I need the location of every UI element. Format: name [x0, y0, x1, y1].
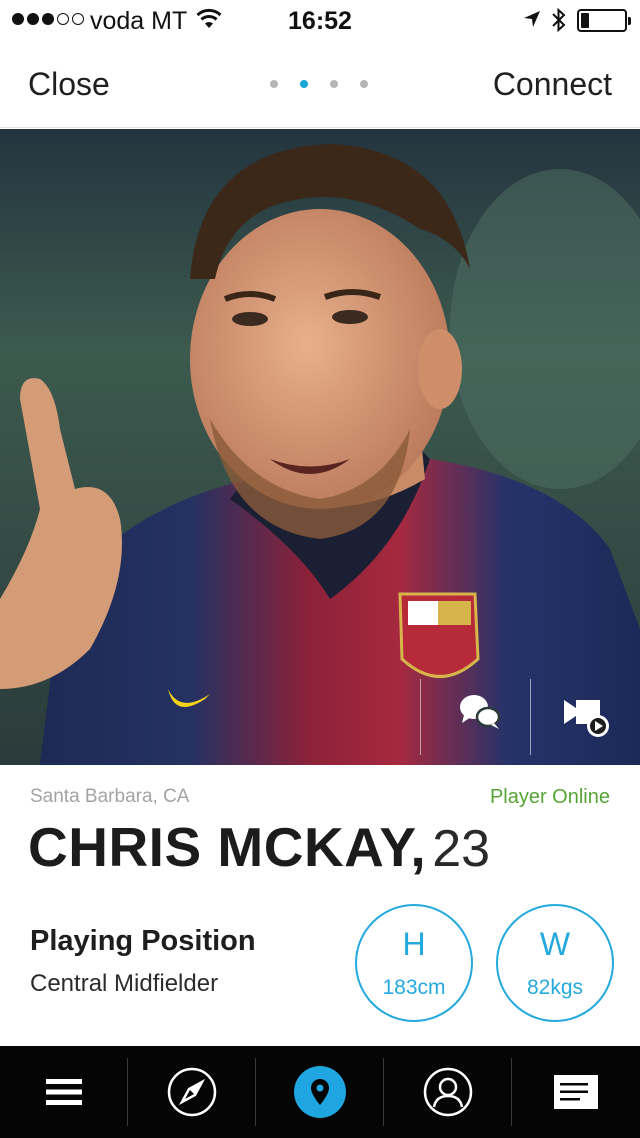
compass-icon [167, 1067, 217, 1117]
player-name-row: CHRIS MCKAY, 23 [28, 815, 490, 879]
player-location: Santa Barbara, CA [30, 786, 190, 807]
hero-divider [420, 679, 421, 755]
tab-explore[interactable] [128, 1046, 256, 1138]
weight-letter: W [539, 926, 571, 962]
profile-photo [0, 129, 640, 765]
location-services-icon [524, 11, 540, 27]
connect-button[interactable]: Connect [493, 66, 612, 103]
tab-profile[interactable] [384, 1046, 512, 1138]
weight-stat: W 82kgs [496, 904, 614, 1022]
tab-menu[interactable] [0, 1046, 128, 1138]
page-dot[interactable] [330, 80, 338, 88]
close-button[interactable]: Close [28, 66, 110, 103]
notes-icon [554, 1075, 598, 1109]
online-status: Player Online [489, 786, 610, 808]
hero-divider [530, 679, 531, 755]
video-camera-icon[interactable] [562, 694, 612, 738]
page-indicator [270, 80, 368, 88]
position-title: Playing Position [30, 925, 256, 957]
page-dot[interactable] [300, 80, 308, 88]
battery-icon [577, 9, 631, 32]
player-photo [0, 129, 640, 765]
page-dot[interactable] [360, 80, 368, 88]
profile-icon [423, 1067, 473, 1117]
page-dot[interactable] [270, 80, 278, 88]
height-value: 183cm [382, 976, 446, 999]
menu-icon [46, 1079, 82, 1105]
bluetooth-icon [552, 7, 566, 33]
height-letter: H [402, 926, 426, 962]
position-value: Central Midfielder [30, 970, 219, 997]
tab-bar [0, 1046, 640, 1138]
weight-value: 82kgs [526, 976, 584, 999]
status-time: 16:52 [288, 7, 352, 35]
player-name: CHRIS MCKAY, [28, 816, 427, 878]
tab-notes[interactable] [512, 1046, 640, 1138]
location-pin-icon [294, 1066, 346, 1118]
tab-location[interactable] [256, 1046, 384, 1138]
height-stat: H 183cm [355, 904, 473, 1022]
navigation-bar: Close Connect [0, 40, 640, 128]
player-age: 23 [432, 820, 491, 878]
chat-bubbles-icon[interactable] [458, 691, 502, 731]
battery-level [581, 13, 589, 28]
status-bar: voda MT 16:52 [0, 0, 640, 40]
